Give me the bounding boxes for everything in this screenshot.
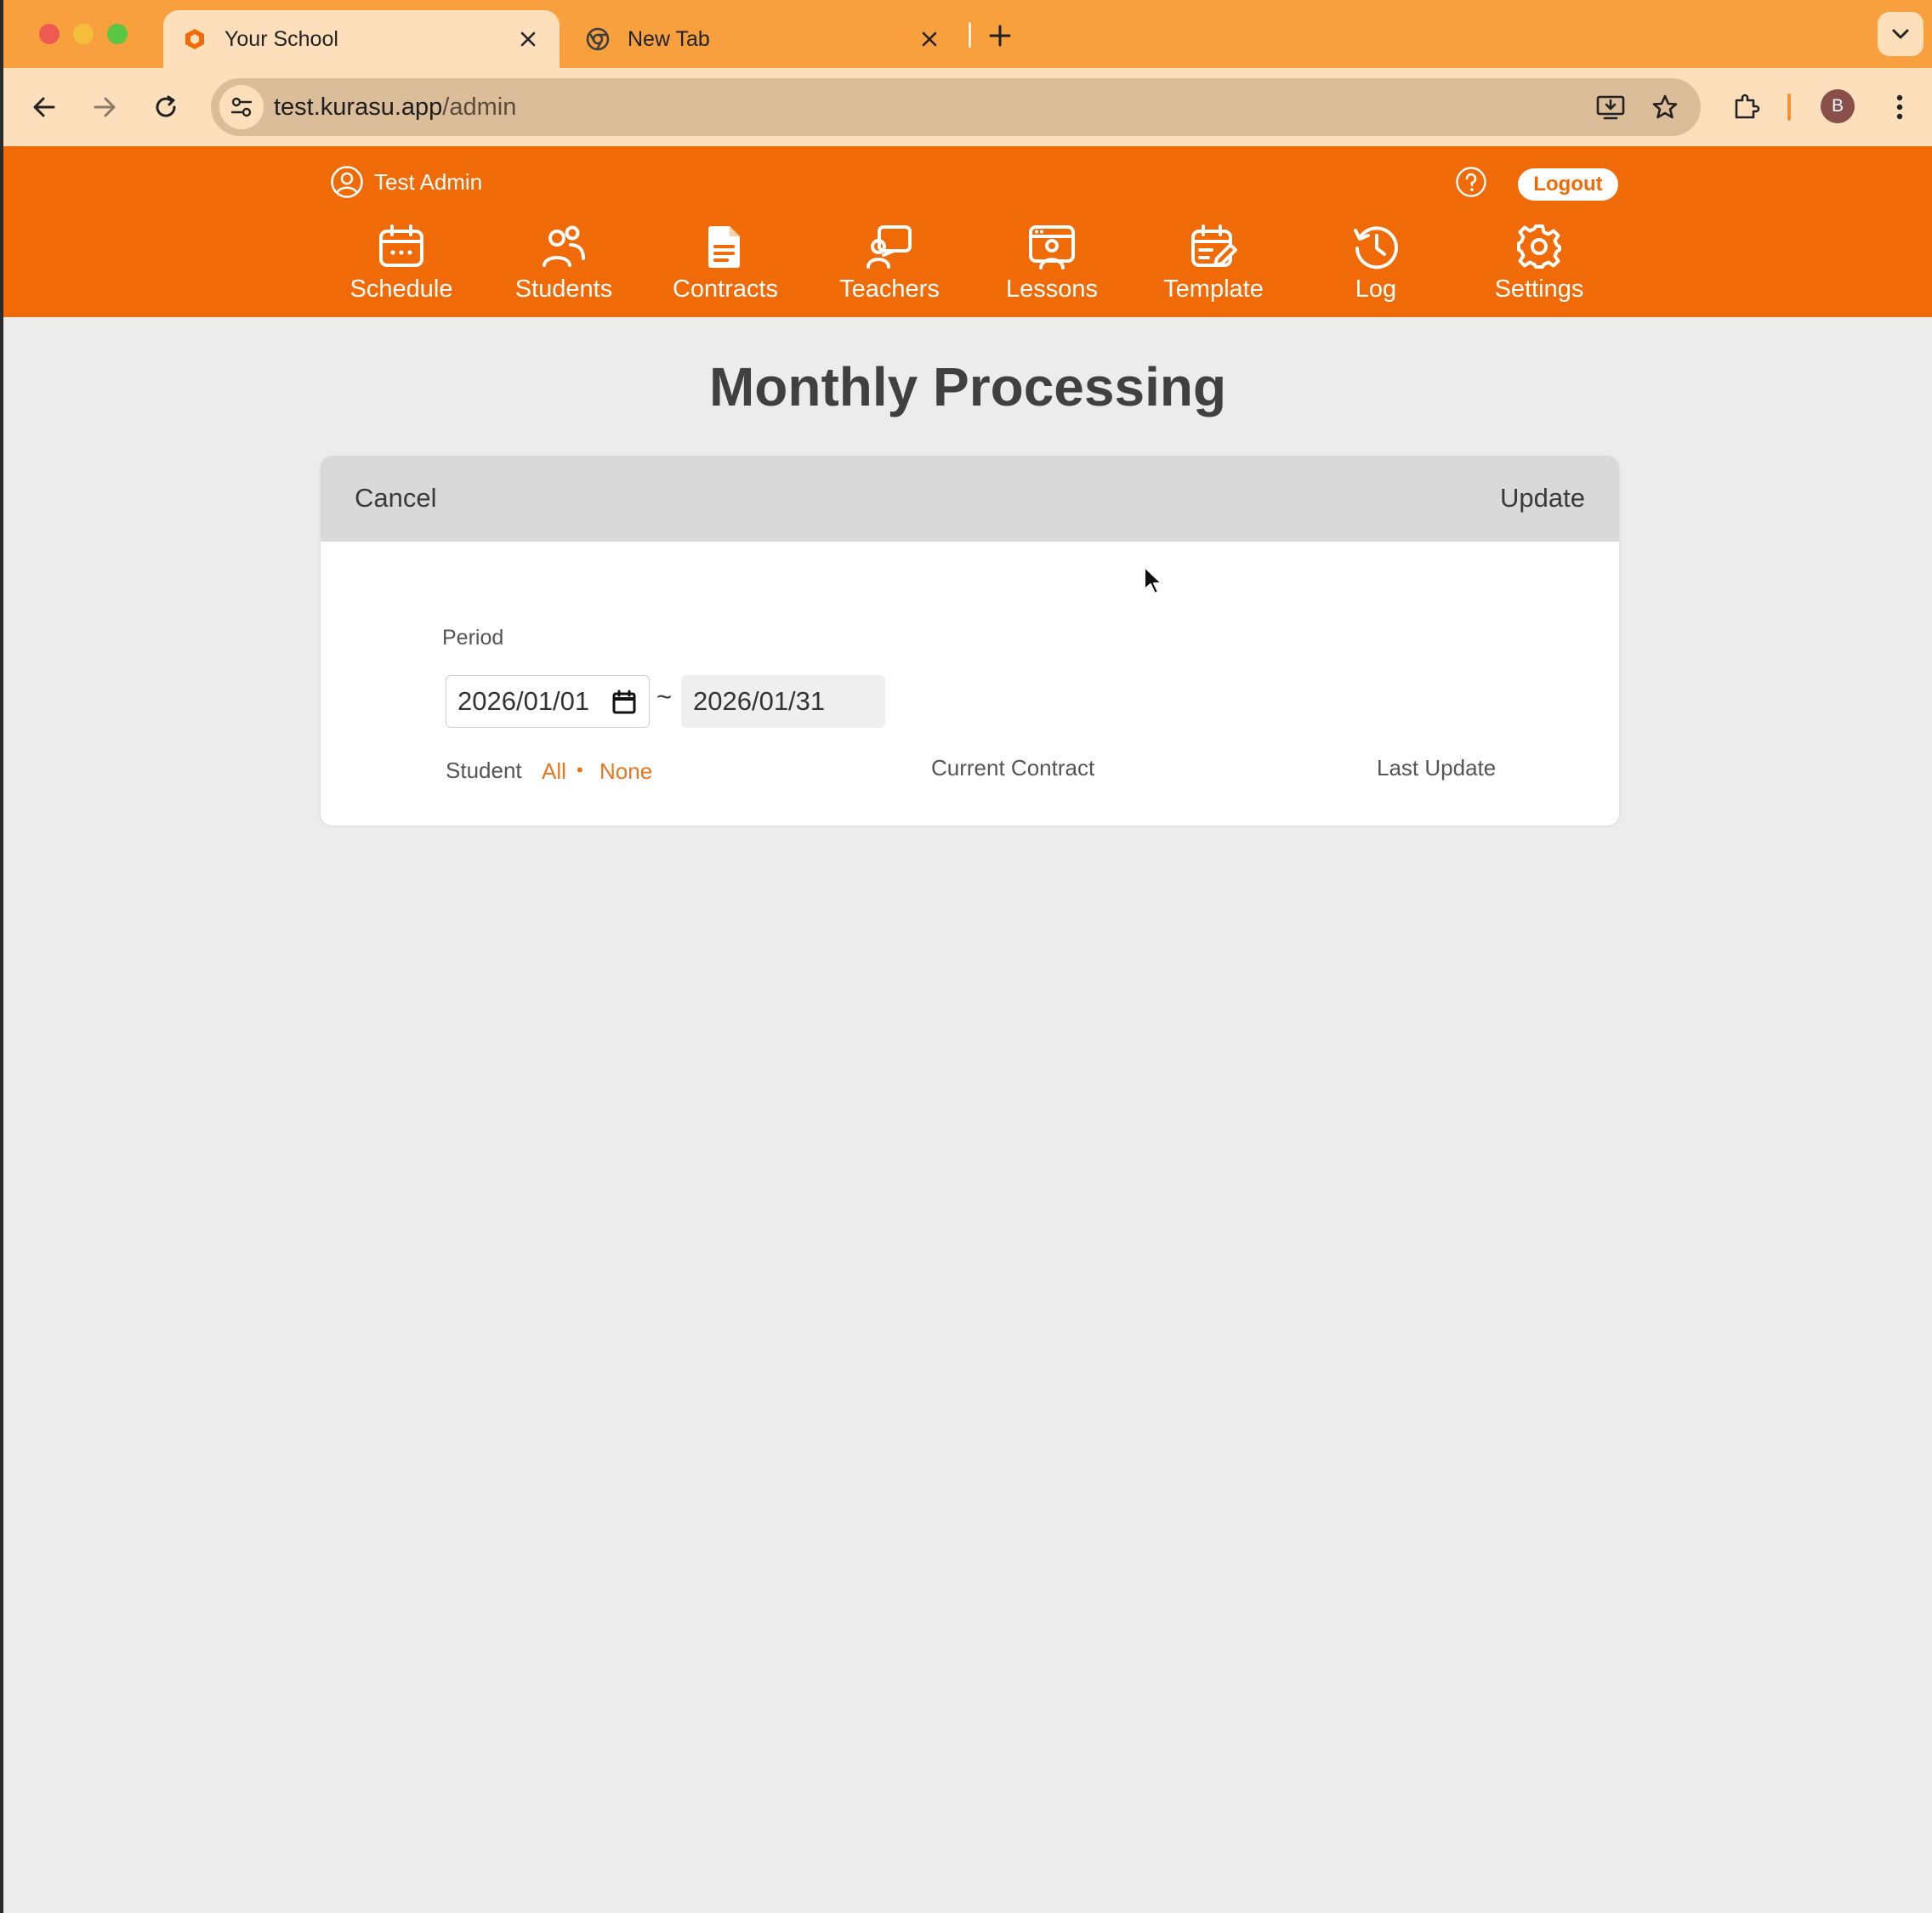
browser-window: Your School New Tab test.kurasu.app/admi… (3, 0, 1932, 1913)
students-icon (538, 221, 589, 272)
end-date-input: 2026/01/31 (681, 675, 885, 728)
nav-label: Lessons (1005, 275, 1098, 303)
nav-teachers[interactable]: Teachers (813, 221, 966, 304)
select-all-link[interactable]: All (542, 758, 566, 785)
user-info[interactable]: Test Admin (330, 165, 482, 199)
profile-avatar[interactable]: B (1821, 89, 1855, 123)
arrow-right-icon (94, 97, 116, 117)
card-header: Cancel Update (321, 456, 1619, 542)
user-name: Test Admin (374, 168, 483, 195)
last-update-column-label: Last Update (1377, 755, 1497, 781)
start-date-input[interactable]: 2026/01/01 (446, 675, 650, 728)
arrow-left-icon (33, 97, 55, 117)
nav-label: Contracts (672, 275, 779, 303)
star-icon (1652, 94, 1678, 119)
monthly-processing-card: Cancel Update Period 2026/01/01 ~ 2026/0… (321, 456, 1619, 826)
chrome-icon (585, 26, 611, 52)
logout-button[interactable]: Logout (1518, 168, 1618, 201)
period-separator: ~ (656, 682, 673, 712)
nav-schedule[interactable]: Schedule (325, 221, 478, 304)
tab-title: Your School (224, 26, 338, 51)
current-contract-column-label: Current Contract (931, 755, 1095, 781)
tab-new-tab[interactable]: New Tab (570, 10, 961, 68)
puzzle-icon (1735, 94, 1760, 119)
lessons-icon (1026, 221, 1077, 272)
user-circle-icon (331, 166, 363, 198)
select-separator: • (577, 759, 583, 781)
nav-students[interactable]: Students (487, 221, 640, 304)
plus-icon (989, 25, 1011, 47)
nav-label: Template (1163, 275, 1264, 303)
nav-settings[interactable]: Settings (1463, 221, 1616, 304)
extensions-button[interactable] (1726, 87, 1767, 128)
history-icon (1350, 221, 1401, 272)
close-tab-icon[interactable] (915, 25, 944, 54)
new-tab-button[interactable] (983, 19, 1017, 53)
back-button[interactable] (24, 87, 65, 128)
nav-log[interactable]: Log (1299, 221, 1452, 304)
nav-label: Teachers (839, 275, 940, 303)
more-vert-icon (1896, 94, 1903, 120)
minimize-window-button[interactable] (73, 24, 94, 44)
main-nav: Schedule Students Contracts Teachers Les… (3, 221, 1932, 315)
tab-search-button[interactable] (1878, 12, 1923, 56)
update-button[interactable]: Update (1500, 483, 1585, 514)
mouse-cursor-icon (1144, 566, 1162, 594)
close-tab-icon[interactable] (514, 25, 543, 54)
forward-button[interactable] (84, 87, 125, 128)
page-title: Monthly Processing (708, 356, 1227, 417)
tab-strip: Your School New Tab (3, 0, 1932, 68)
nav-label: Log (1355, 275, 1397, 303)
maximize-window-button[interactable] (107, 24, 128, 44)
nav-contracts[interactable]: Contracts (649, 221, 802, 304)
tab-your-school[interactable]: Your School (163, 10, 560, 68)
address-bar[interactable]: test.kurasu.app/admin (211, 78, 1701, 136)
url-text: test.kurasu.app/admin (274, 94, 516, 122)
nav-label: Schedule (349, 275, 453, 303)
site-info-button[interactable] (219, 85, 264, 129)
reload-button[interactable] (145, 87, 186, 128)
school-shield-icon (182, 26, 207, 52)
gear-icon (1514, 221, 1565, 272)
document-icon (700, 221, 751, 272)
calendar-icon (376, 221, 427, 272)
install-icon (1596, 95, 1625, 120)
chevron-down-icon (1892, 29, 1909, 39)
cancel-button[interactable]: Cancel (355, 483, 437, 514)
nav-label: Settings (1494, 275, 1584, 303)
browser-toolbar: test.kurasu.app/admin B (3, 68, 1932, 146)
install-app-button[interactable] (1590, 87, 1631, 128)
reload-icon (156, 95, 176, 117)
bookmark-button[interactable] (1645, 87, 1685, 128)
url-path: /admin (442, 94, 517, 121)
period-label: Period (442, 626, 504, 650)
end-date-value: 2026/01/31 (693, 686, 826, 716)
template-icon (1188, 221, 1239, 272)
calendar-picker-icon[interactable] (611, 690, 637, 715)
teacher-icon (864, 221, 915, 272)
tab-separator (969, 22, 971, 48)
start-date-value: 2026/01/01 (457, 686, 590, 716)
tune-icon (230, 97, 253, 117)
tab-title: New Tab (628, 26, 710, 51)
student-column-label: Student (446, 758, 522, 783)
url-host: test.kurasu.app (274, 94, 443, 121)
nav-template[interactable]: Template (1137, 221, 1290, 304)
select-none-link[interactable]: None (599, 758, 652, 785)
browser-menu-button[interactable] (1879, 87, 1920, 128)
app-header: Test Admin Logout Schedule Students Cont… (3, 146, 1932, 317)
close-window-button[interactable] (39, 24, 60, 44)
toolbar-divider (1787, 94, 1791, 121)
nav-label: Students (514, 275, 613, 303)
nav-lessons[interactable]: Lessons (975, 221, 1128, 304)
help-icon[interactable] (1454, 165, 1488, 199)
